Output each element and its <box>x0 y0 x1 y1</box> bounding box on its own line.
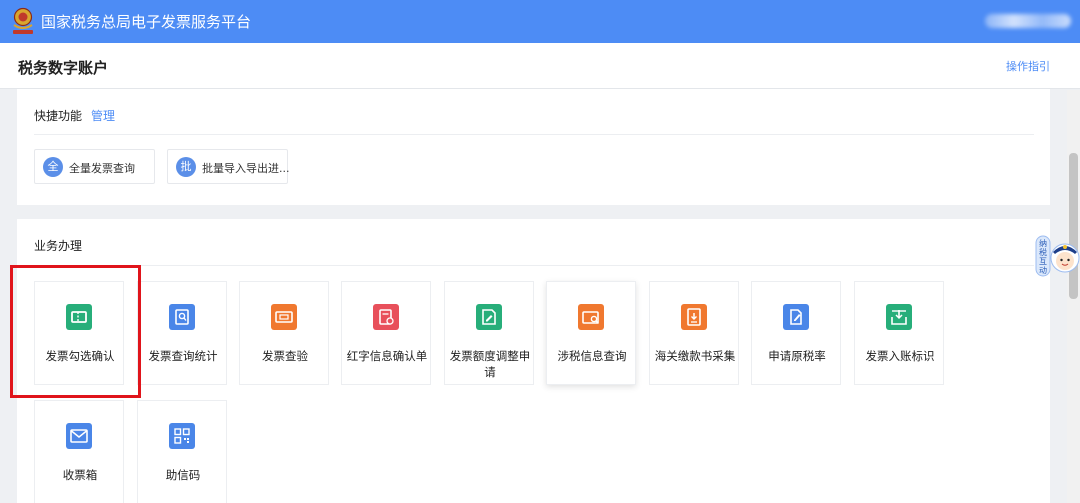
business-card: 业务办理 发票勾选确认 发票查询统计 发票查验 红字信息确认单 发票额度调整申请 <box>17 219 1050 503</box>
edit-doc-icon <box>476 304 502 330</box>
tile-label: 发票查询统计 <box>148 349 218 363</box>
tile-label: 发票额度调整申请 <box>449 349 531 379</box>
divider <box>34 265 1034 266</box>
tile-label: 红字信息确认单 <box>346 349 428 363</box>
tile-invoice-selection-confirm[interactable]: 发票勾选确认 <box>34 281 124 385</box>
assistant-char: 纳 <box>1039 238 1047 248</box>
assistant-char: 互 <box>1039 257 1047 266</box>
quick-badge: 批 <box>176 157 196 177</box>
site-title: 国家税务总局电子发票服务平台 <box>41 13 252 31</box>
tile-invoice-query-stats[interactable]: 发票查询统计 <box>137 281 227 385</box>
inbox-icon <box>886 304 912 330</box>
quick-button-full-invoice-query[interactable]: 全 全量发票查询 <box>34 149 155 184</box>
tile-label: 收票箱 <box>62 468 98 482</box>
tile-receipt-box[interactable]: 收票箱 <box>34 400 124 503</box>
assistant-char: 动 <box>1039 265 1047 275</box>
quick-functions-title: 快捷功能 <box>34 109 83 123</box>
page-title: 税务数字账户 <box>18 59 109 77</box>
quick-button-label: 全量发票查询 <box>69 162 135 175</box>
divider <box>34 134 1034 135</box>
tile-credit-code[interactable]: 助信码 <box>137 400 227 503</box>
quick-functions-card: 快捷功能 管理 全 全量发票查询 批 批量导入导出进... <box>17 89 1050 205</box>
tile-invoice-entry-mark[interactable]: 发票入账标识 <box>854 281 944 385</box>
tile-label: 发票查验 <box>262 349 308 363</box>
search-doc-icon <box>169 304 195 330</box>
pen-doc-icon <box>783 304 809 330</box>
business-title: 业务办理 <box>34 239 83 253</box>
download-doc-icon <box>681 304 707 330</box>
page-header: 税务数字账户 操作指引 <box>0 43 1080 89</box>
tile-apply-original-tax-rate[interactable]: 申请原税率 <box>751 281 841 385</box>
manage-link[interactable]: 管理 <box>91 107 115 124</box>
tax-emblem-icon[interactable] <box>10 6 36 36</box>
user-info-blurred[interactable] <box>985 14 1071 28</box>
ticket-check-icon <box>271 304 297 330</box>
red-doc-icon <box>373 304 399 330</box>
tile-label: 发票勾选确认 <box>45 349 115 363</box>
quick-button-batch-import-export[interactable]: 批 批量导入导出进... <box>167 149 290 184</box>
assistant-mascot-icon[interactable]: 纳 税 互 动 <box>1035 232 1080 278</box>
assistant-char: 税 <box>1039 247 1047 257</box>
qr-code-icon <box>169 423 195 449</box>
tile-invoice-quota-adjust[interactable]: 发票额度调整申请 <box>444 281 534 385</box>
tile-label: 涉税信息查询 <box>557 349 627 363</box>
ticket-icon <box>66 304 92 330</box>
tile-label: 发票入账标识 <box>865 349 935 363</box>
tile-label: 海关缴款书采集 <box>654 349 736 363</box>
top-bar: 国家税务总局电子发票服务平台 <box>0 0 1080 43</box>
tile-label: 助信码 <box>165 468 201 482</box>
tile-invoice-verify[interactable]: 发票查验 <box>239 281 329 385</box>
operation-guide-link[interactable]: 操作指引 <box>1006 58 1050 74</box>
quick-button-label: 批量导入导出进... <box>202 162 290 175</box>
mail-icon <box>66 423 92 449</box>
search-folder-icon <box>578 304 604 330</box>
tile-red-letter-confirm[interactable]: 红字信息确认单 <box>341 281 431 385</box>
tile-customs-payment-collect[interactable]: 海关缴款书采集 <box>649 281 739 385</box>
tile-tax-info-query[interactable]: 涉税信息查询 <box>546 281 636 385</box>
tile-label: 申请原税率 <box>768 349 826 363</box>
quick-badge: 全 <box>43 157 63 177</box>
